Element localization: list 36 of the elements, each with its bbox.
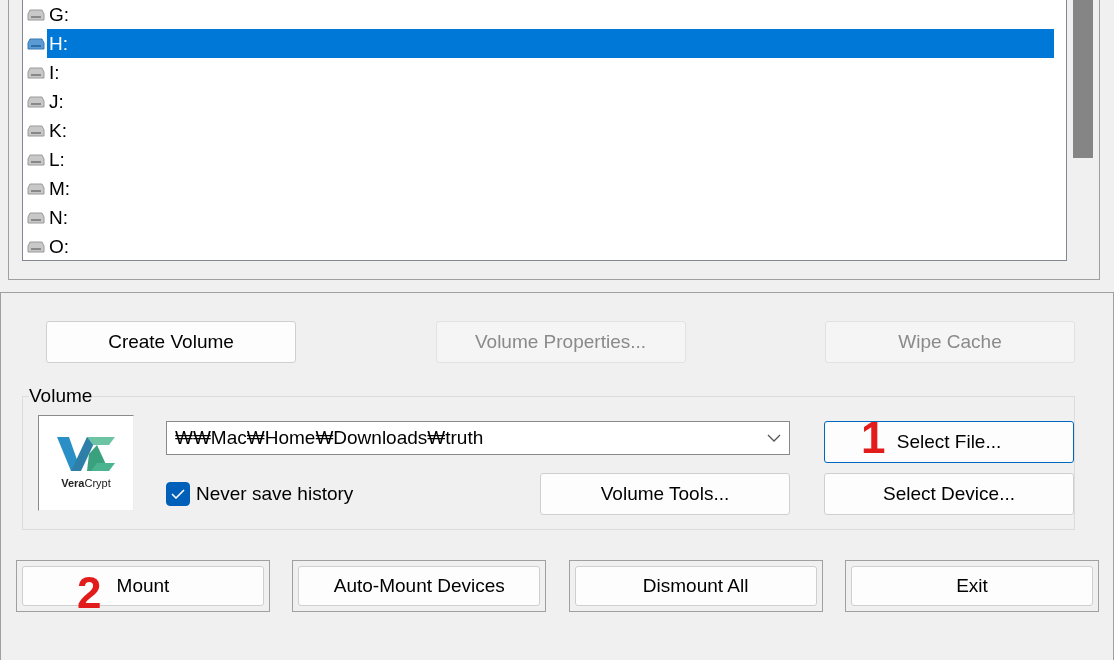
check-icon bbox=[171, 489, 185, 499]
action-button[interactable]: Exit bbox=[851, 566, 1093, 606]
drive-item[interactable]: I: bbox=[47, 58, 1054, 87]
drive-icon bbox=[27, 211, 45, 224]
group-title: Volume bbox=[29, 385, 93, 407]
drive-icon bbox=[27, 153, 45, 166]
drive-item[interactable]: K: bbox=[47, 116, 1054, 145]
drive-icon bbox=[27, 95, 45, 108]
chevron-down-icon bbox=[767, 434, 781, 442]
select-device-button[interactable]: Select Device... bbox=[824, 473, 1074, 515]
checkbox-label: Never save history bbox=[196, 483, 354, 505]
select-file-button[interactable]: 1 Select File... bbox=[824, 421, 1074, 463]
drive-item[interactable]: H: bbox=[47, 29, 1054, 58]
logo-icon bbox=[57, 437, 115, 471]
drive-item[interactable]: J: bbox=[47, 87, 1054, 116]
drive-icon bbox=[27, 8, 45, 21]
action-button[interactable]: Dismount All bbox=[574, 566, 817, 606]
drive-item[interactable]: M: bbox=[47, 174, 1054, 203]
checkbox[interactable] bbox=[166, 482, 190, 506]
logo-text: VeraCrypt bbox=[61, 477, 111, 489]
scrollbar-thumb[interactable] bbox=[1073, 0, 1093, 158]
never-save-history-checkbox[interactable]: Never save history bbox=[166, 482, 354, 506]
volume-path-combo[interactable]: ₩₩Mac₩Home₩Downloads₩truth bbox=[166, 421, 790, 455]
action-button[interactable]: Auto-Mount Devices bbox=[298, 566, 541, 606]
drive-icon bbox=[27, 182, 45, 195]
drive-item[interactable]: O: bbox=[47, 232, 1054, 261]
drive-item[interactable]: L: bbox=[47, 145, 1054, 174]
action-button[interactable]: 2 Mount bbox=[22, 566, 264, 606]
volume-tools-button[interactable]: Volume Tools... bbox=[540, 473, 790, 515]
drive-icon bbox=[27, 124, 45, 137]
toolbar-button[interactable]: Create Volume bbox=[46, 321, 296, 363]
drive-icon bbox=[27, 66, 45, 79]
drive-icon bbox=[27, 37, 45, 50]
drive-item[interactable]: G: bbox=[47, 0, 1054, 29]
drive-item[interactable]: N: bbox=[47, 203, 1054, 232]
drive-icon bbox=[27, 240, 45, 253]
